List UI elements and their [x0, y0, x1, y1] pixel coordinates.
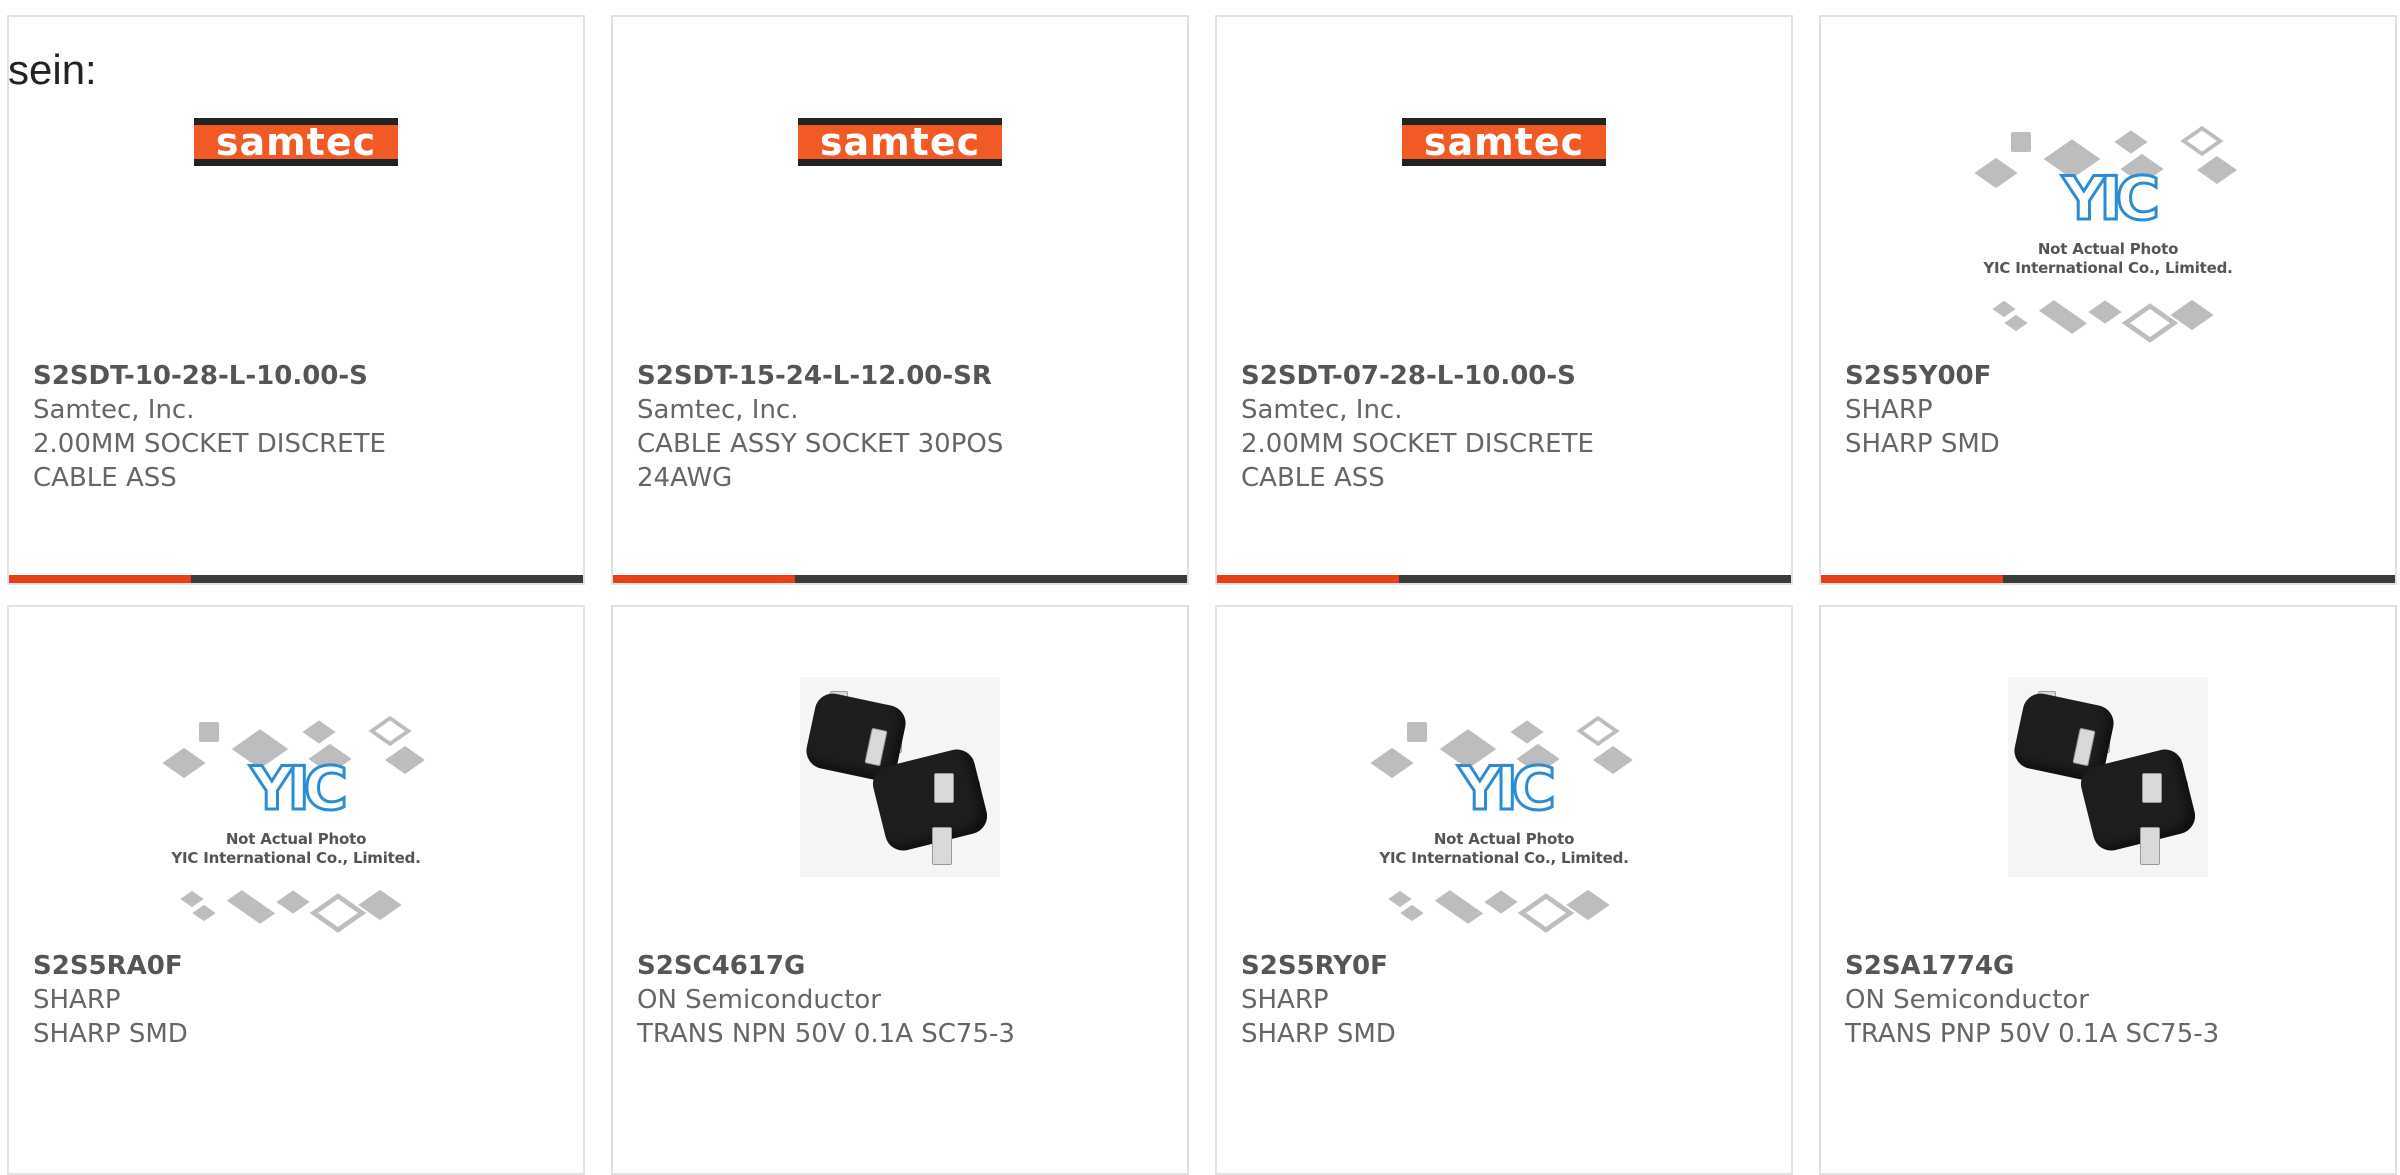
manufacturer: Samtec, Inc. — [637, 395, 799, 425]
samtec-logo: samtec — [1402, 118, 1606, 166]
product-card[interactable]: samtec S2SDT-07-28-L-10.00-S Samtec, Inc… — [1215, 15, 1793, 585]
manufacturer: SHARP — [1241, 985, 1329, 1015]
part-number[interactable]: S2S5RY0F — [1241, 949, 1771, 983]
samtec-logo: samtec — [798, 118, 1002, 166]
description: TRANS PNP 50V 0.1A SC75-3 — [1845, 1019, 2220, 1049]
samtec-logo: samtec — [194, 118, 398, 166]
card-bottom-bar — [9, 575, 583, 583]
product-image[interactable]: samtec — [1217, 77, 1791, 207]
description: CABLE ASS — [1241, 463, 1385, 493]
product-card[interactable]: YIC Not Actual Photo YIC International C… — [7, 605, 585, 1175]
manufacturer: ON Semiconductor — [637, 985, 881, 1015]
product-image[interactable]: YIC Not Actual Photo YIC International C… — [1821, 102, 2395, 362]
card-bottom-bar — [1821, 575, 2395, 583]
description: 24AWG — [637, 463, 733, 493]
part-number[interactable]: S2S5Y00F — [1845, 359, 2375, 393]
placeholder-caption: YIC International Co., Limited. — [1379, 849, 1629, 867]
product-image[interactable] — [1821, 677, 2395, 877]
description: TRANS NPN 50V 0.1A SC75-3 — [637, 1019, 1015, 1049]
not-actual-photo-placeholder: YIC Not Actual Photo YIC International C… — [161, 702, 431, 942]
product-card[interactable]: samtec S2SDT-15-24-L-12.00-SR Samtec, In… — [611, 15, 1189, 585]
part-number[interactable]: S2SC4617G — [637, 949, 1167, 983]
description: SHARP SMD — [1241, 1019, 1396, 1049]
manufacturer: Samtec, Inc. — [33, 395, 195, 425]
description: 2.00MM SOCKET DISCRETE — [33, 429, 386, 459]
product-image[interactable]: YIC Not Actual Photo YIC International C… — [1217, 692, 1791, 952]
manufacturer: SHARP — [33, 985, 121, 1015]
manufacturer: SHARP — [1845, 395, 1933, 425]
product-card[interactable]: YIC Not Actual Photo YIC International C… — [1819, 15, 2397, 585]
not-actual-photo-placeholder: YIC Not Actual Photo YIC International C… — [1369, 702, 1639, 942]
description: SHARP SMD — [33, 1019, 188, 1049]
card-bottom-bar — [1217, 575, 1791, 583]
description: CABLE ASSY SOCKET 30POS — [637, 429, 1004, 459]
product-card[interactable]: S2SC4617G ON Semiconductor TRANS NPN 50V… — [611, 605, 1189, 1175]
product-image[interactable]: samtec — [613, 77, 1187, 207]
product-card[interactable]: samtec S2SDT-10-28-L-10.00-S Samtec, Inc… — [7, 15, 585, 585]
description: CABLE ASS — [33, 463, 177, 493]
yic-logo: YIC — [249, 753, 350, 826]
placeholder-caption: YIC International Co., Limited. — [171, 849, 421, 867]
yic-logo: YIC — [1457, 753, 1558, 826]
yic-logo: YIC — [2061, 163, 2162, 236]
part-number[interactable]: S2SDT-15-24-L-12.00-SR — [637, 359, 1167, 393]
part-number[interactable]: S2S5RA0F — [33, 949, 563, 983]
not-actual-photo-placeholder: YIC Not Actual Photo YIC International C… — [1973, 112, 2243, 352]
part-number[interactable]: S2SA1774G — [1845, 949, 2375, 983]
part-number[interactable]: S2SDT-10-28-L-10.00-S — [33, 359, 563, 393]
product-card[interactable]: YIC Not Actual Photo YIC International C… — [1215, 605, 1793, 1175]
placeholder-caption: Not Actual Photo — [2037, 240, 2179, 258]
sc75-transistor-image — [2008, 677, 2208, 877]
card-bottom-bar — [613, 575, 1187, 583]
product-card[interactable]: S2SA1774G ON Semiconductor TRANS PNP 50V… — [1819, 605, 2397, 1175]
description: SHARP SMD — [1845, 429, 2000, 459]
product-image[interactable]: YIC Not Actual Photo YIC International C… — [9, 692, 583, 952]
manufacturer: ON Semiconductor — [1845, 985, 2089, 1015]
placeholder-caption: YIC International Co., Limited. — [1983, 259, 2233, 277]
manufacturer: Samtec, Inc. — [1241, 395, 1403, 425]
part-number[interactable]: S2SDT-07-28-L-10.00-S — [1241, 359, 1771, 393]
placeholder-caption: Not Actual Photo — [1433, 830, 1575, 848]
product-image[interactable] — [613, 677, 1187, 877]
description: 2.00MM SOCKET DISCRETE — [1241, 429, 1594, 459]
sc75-transistor-image — [800, 677, 1000, 877]
intro-text: sein: — [8, 46, 97, 93]
placeholder-caption: Not Actual Photo — [225, 830, 367, 848]
